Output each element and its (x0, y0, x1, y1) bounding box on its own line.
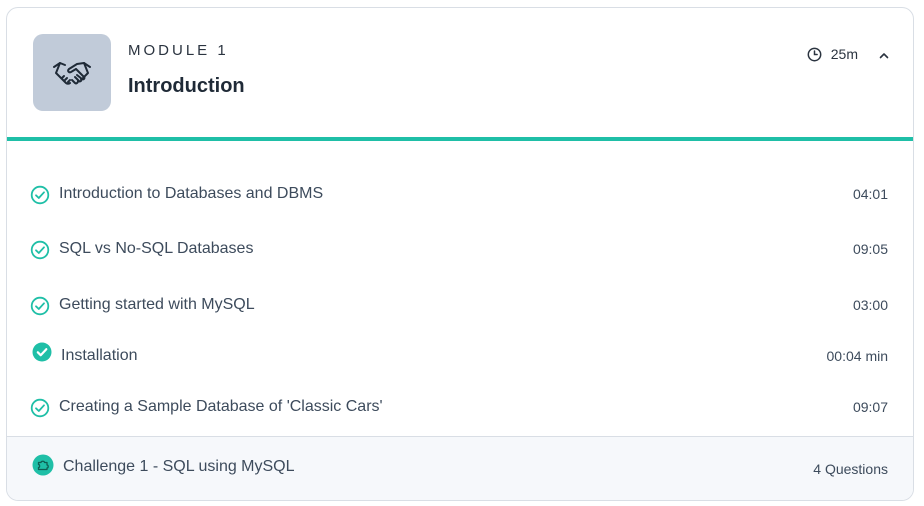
lesson-duration: 09:05 (852, 241, 888, 257)
lesson-duration: 04:01 (852, 186, 888, 202)
challenge-item[interactable]: Challenge 1 - SQL using MySQL 4 Question… (7, 436, 913, 500)
challenge-question-count: 4 Questions (813, 461, 888, 477)
lesson-title: Installation (61, 347, 138, 364)
chevron-up-icon (879, 52, 889, 58)
lesson-duration: 00:04 min (826, 348, 888, 364)
check-circle-outline-icon (30, 398, 50, 418)
lesson-title: Introduction to Databases and DBMS (59, 185, 324, 202)
lesson-item[interactable]: Creating a Sample Database of 'Classic C… (7, 388, 913, 428)
lesson-item[interactable]: SQL vs No-SQL Databases 09:05 (7, 230, 913, 270)
module-card: MODULE 1 Introduction 25m Introduction t… (6, 7, 914, 501)
lesson-item[interactable]: Installation 00:04 min (7, 337, 913, 377)
module-title: Introduction (128, 75, 245, 97)
collapse-button[interactable] (875, 46, 893, 64)
puzzle-badge-icon (32, 454, 54, 476)
module-duration-text: 25m (830, 46, 858, 62)
check-circle-filled-icon (32, 342, 52, 362)
module-progress-fill (7, 137, 913, 141)
lesson-item[interactable]: Getting started with MySQL 03:00 (7, 286, 913, 326)
module-duration: 25m (807, 46, 858, 62)
challenge-title: Challenge 1 - SQL using MySQL (63, 458, 295, 475)
lesson-title: Getting started with MySQL (59, 296, 255, 313)
lesson-item[interactable]: Introduction to Databases and DBMS 04:01 (7, 175, 913, 215)
module-header[interactable]: MODULE 1 Introduction 25m (7, 8, 913, 137)
module-number-label: MODULE 1 (128, 42, 229, 59)
clock-icon (807, 47, 822, 61)
handshake-icon (53, 61, 91, 85)
module-icon-tile (33, 34, 111, 111)
lesson-title: Creating a Sample Database of 'Classic C… (59, 398, 383, 415)
check-circle-outline-icon (30, 296, 50, 316)
check-circle-outline-icon (30, 240, 50, 260)
lesson-title: SQL vs No-SQL Databases (59, 240, 254, 257)
lesson-duration: 09:07 (852, 399, 888, 415)
check-circle-outline-icon (30, 185, 50, 205)
lesson-duration: 03:00 (852, 297, 888, 313)
module-progress-bar (7, 137, 913, 141)
